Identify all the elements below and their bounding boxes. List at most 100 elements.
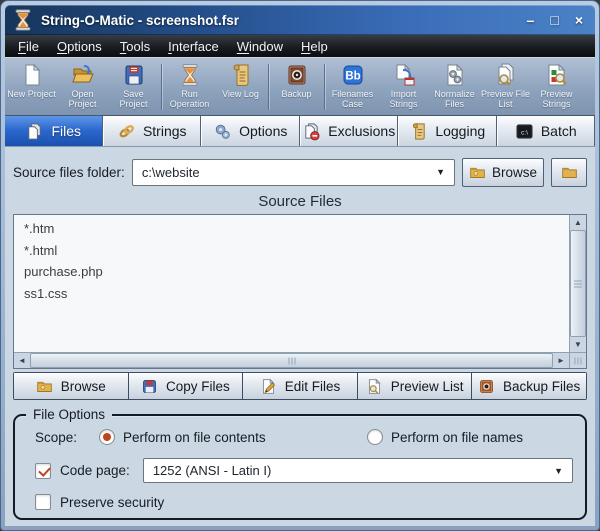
menu-interface[interactable]: Interface xyxy=(159,37,228,56)
hourglass-icon xyxy=(178,63,202,87)
toolbar-preview-strings[interactable]: Preview Strings xyxy=(531,60,582,114)
toolbar-filenames-case[interactable]: Bb Filenames Case xyxy=(327,60,378,114)
tab-exclusions[interactable]: Exclusions xyxy=(300,116,399,146)
scroll-icon xyxy=(229,63,253,87)
menu-window[interactable]: Window xyxy=(228,37,292,56)
chain-icon xyxy=(117,122,136,141)
letter-case-icon: Bb xyxy=(341,63,365,87)
toolbar-separator xyxy=(161,64,162,110)
console-icon: c:\ xyxy=(515,122,534,141)
toolbar-run-operation[interactable]: Run Operation xyxy=(164,60,215,114)
tab-label: Options xyxy=(239,123,287,139)
horizontal-scrollbar[interactable]: ◄ ► xyxy=(14,352,586,368)
gears-document-icon xyxy=(443,63,467,87)
safe-icon xyxy=(285,63,309,87)
source-files-listbox: *.htm *.html purchase.php ss1.css ▲ ▼ ◄ … xyxy=(13,214,587,369)
letters-magnifier-icon xyxy=(545,63,569,87)
toolbar-import-strings[interactable]: Import Strings xyxy=(378,60,429,114)
title-bar[interactable]: String-O-Matic - screenshot.fsr – □ × xyxy=(5,5,595,35)
code-page-combobox[interactable]: 1252 (ANSI - Latin I) ▼ xyxy=(143,458,573,483)
toolbar-view-log[interactable]: View Log xyxy=(215,60,266,114)
edit-files-button[interactable]: Edit Files xyxy=(243,373,358,399)
toolbar-backup[interactable]: Backup xyxy=(271,60,322,114)
menu-options[interactable]: Options xyxy=(48,37,111,56)
list-item[interactable]: purchase.php xyxy=(24,261,559,283)
radio-unselected-icon[interactable] xyxy=(367,429,383,445)
file-options-group: File Options Scope: Perform on file cont… xyxy=(13,414,587,520)
folder-icon xyxy=(561,164,578,181)
tab-label: Logging xyxy=(435,123,485,139)
tab-label: Exclusions xyxy=(328,123,395,139)
pages-icon xyxy=(25,122,44,141)
open-folder-button[interactable] xyxy=(551,158,587,187)
chevron-down-icon[interactable]: ▼ xyxy=(436,167,445,177)
scroll-icon xyxy=(409,122,428,141)
menu-file[interactable]: File xyxy=(9,37,48,56)
pages-magnifier-icon xyxy=(494,63,518,87)
folder-icon xyxy=(36,378,53,395)
browse-files-button[interactable]: Browse xyxy=(14,373,129,399)
source-files-heading: Source Files xyxy=(13,187,587,214)
floppy-disk-icon xyxy=(122,63,146,87)
minimize-button[interactable]: – xyxy=(527,13,535,27)
close-button[interactable]: × xyxy=(575,13,583,27)
orange-safe-icon xyxy=(478,378,495,395)
tab-label: Batch xyxy=(541,123,577,139)
window-title: String-O-Matic - screenshot.fsr xyxy=(41,13,519,28)
horizontal-scroll-thumb[interactable] xyxy=(30,353,553,368)
backup-files-button[interactable]: Backup Files xyxy=(472,373,586,399)
new-document-icon xyxy=(20,63,44,87)
toolbar-save-project[interactable]: Save Project xyxy=(108,60,159,114)
tab-files[interactable]: Files xyxy=(5,116,103,146)
preserve-security-label: Preserve security xyxy=(60,495,164,510)
menu-tools[interactable]: Tools xyxy=(111,37,159,56)
tab-options[interactable]: Options xyxy=(201,116,300,146)
maximize-button[interactable]: □ xyxy=(550,13,558,27)
source-folder-value: c:\website xyxy=(142,165,200,180)
radio-selected-icon[interactable] xyxy=(99,429,115,445)
pen-document-icon xyxy=(260,378,277,395)
menu-bar: File Options Tools Interface Window Help xyxy=(5,35,595,57)
page-magnifier-icon xyxy=(366,378,383,395)
browse-button-label: Browse xyxy=(492,165,537,180)
toolbar-normalize-files[interactable]: Normalize Files xyxy=(429,60,480,114)
scrollbar-corner xyxy=(569,353,586,368)
vertical-scrollbar[interactable]: ▲ ▼ xyxy=(569,215,586,352)
scroll-up-icon[interactable]: ▲ xyxy=(570,215,586,230)
list-item[interactable]: ss1.css xyxy=(24,283,559,305)
chevron-down-icon[interactable]: ▼ xyxy=(554,466,563,476)
preserve-security-checkbox[interactable] xyxy=(35,494,51,510)
vertical-scroll-thumb[interactable] xyxy=(570,230,586,337)
file-actions-bar: Browse Copy Files Edit Files xyxy=(13,372,587,400)
files-tab-panel: Source files folder: c:\website ▼ Browse xyxy=(5,147,595,526)
tab-strings[interactable]: Strings xyxy=(103,116,202,146)
scroll-right-icon[interactable]: ► xyxy=(553,353,569,368)
code-page-label: Code page: xyxy=(60,463,130,478)
list-item[interactable]: *.html xyxy=(24,240,559,262)
file-options-title: File Options xyxy=(26,407,112,422)
toolbar-separator xyxy=(324,64,325,110)
pages-minus-icon xyxy=(302,122,321,141)
toolbar-preview-file-list[interactable]: Preview File List xyxy=(480,60,531,114)
app-window: String-O-Matic - screenshot.fsr – □ × Fi… xyxy=(0,0,600,531)
preserve-security-option[interactable]: Preserve security xyxy=(35,494,573,510)
scroll-left-icon[interactable]: ◄ xyxy=(14,353,30,368)
copy-files-button[interactable]: Copy Files xyxy=(129,373,244,399)
tab-label: Files xyxy=(51,123,81,139)
preview-list-button[interactable]: Preview List xyxy=(358,373,473,399)
radio-perform-on-file-names[interactable]: Perform on file names xyxy=(367,429,523,445)
source-folder-combobox[interactable]: c:\website ▼ xyxy=(132,159,455,186)
tab-logging[interactable]: Logging xyxy=(398,116,497,146)
code-page-checkbox[interactable] xyxy=(35,463,51,479)
radio-perform-on-file-contents[interactable]: Perform on file contents xyxy=(99,429,367,445)
source-files-list[interactable]: *.htm *.html purchase.php ss1.css xyxy=(14,215,569,352)
tab-batch[interactable]: c:\ Batch xyxy=(497,116,596,146)
toolbar-new-project[interactable]: New Project xyxy=(6,60,57,114)
toolbar-open-project[interactable]: Open Project xyxy=(57,60,108,114)
tab-label: Strings xyxy=(143,123,187,139)
browse-folder-button[interactable]: Browse xyxy=(462,158,544,187)
scroll-down-icon[interactable]: ▼ xyxy=(570,337,586,352)
tab-bar: Files Strings Options xyxy=(5,116,595,147)
menu-help[interactable]: Help xyxy=(292,37,337,56)
list-item[interactable]: *.htm xyxy=(24,218,559,240)
